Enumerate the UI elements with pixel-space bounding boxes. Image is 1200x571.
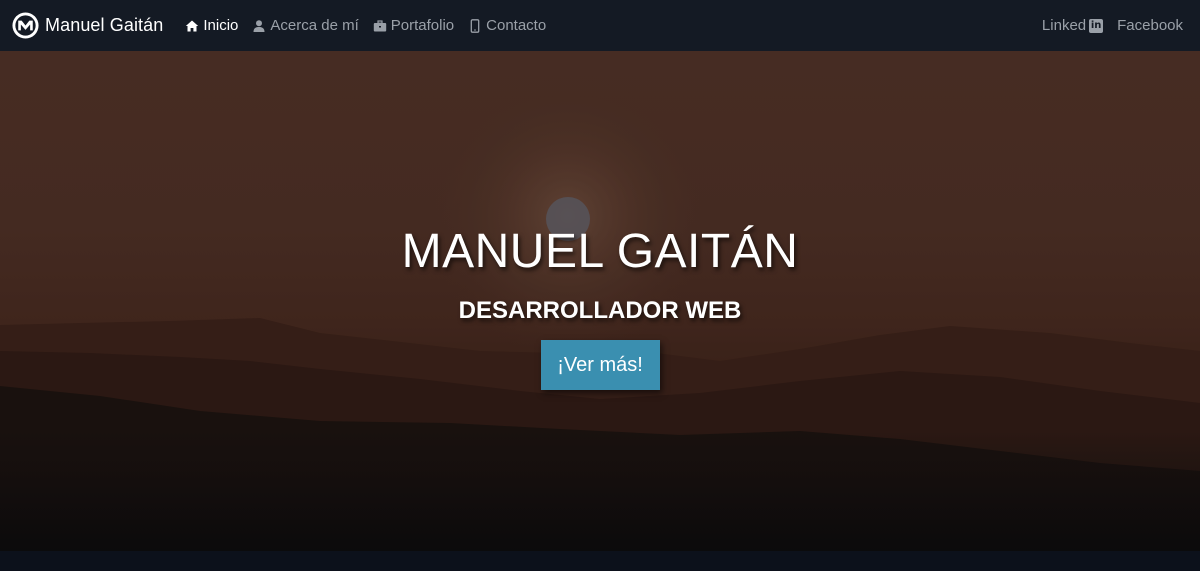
hero-title: MANUEL GAITÁN <box>401 225 799 278</box>
briefcase-icon <box>373 19 386 31</box>
user-icon <box>253 19 265 32</box>
nav-item-label: Portafolio <box>390 17 455 34</box>
page-bottom-strip <box>0 551 1200 571</box>
nav-item-label: Contacto <box>486 17 547 34</box>
nav-item-label: Inicio <box>203 17 239 34</box>
nav-item-portafolio[interactable]: Portafolio <box>373 17 454 34</box>
see-more-button[interactable]: ¡Ver más! <box>540 340 660 390</box>
brand-link[interactable]: Manuel Gaitán <box>11 11 163 40</box>
nav-item-label: Linked <box>1041 17 1087 34</box>
nav-item-inicio[interactable]: Inicio <box>185 17 238 34</box>
nav-item-acerca[interactable]: Acerca de mí <box>252 17 359 34</box>
main-nav: Inicio Acerca de mí Portafolio Contacto <box>185 17 560 34</box>
hero-content: MANUEL GAITÁN DESARROLLADOR WEB ¡Ver más… <box>0 51 1200 551</box>
nav-item-facebook[interactable]: Facebook <box>1117 17 1183 34</box>
hero-section: MANUEL GAITÁN DESARROLLADOR WEB ¡Ver más… <box>0 51 1200 551</box>
hero-subtitle: DESARROLLADOR WEB <box>458 297 742 324</box>
nav-item-linkedin[interactable]: Linked in <box>1041 17 1104 34</box>
nav-item-label: Facebook <box>1117 17 1183 34</box>
brand-logo-icon <box>12 12 39 39</box>
linkedin-icon: in <box>1089 18 1104 33</box>
social-nav: Linked in Facebook <box>1028 17 1183 34</box>
navbar: Manuel Gaitán Inicio Acerca de mí Portaf… <box>0 0 1200 51</box>
mobile-icon <box>470 18 480 33</box>
nav-item-contacto[interactable]: Contacto <box>468 17 546 34</box>
nav-item-label: Acerca de mí <box>270 17 359 34</box>
brand-name: Manuel Gaitán <box>45 15 164 35</box>
home-icon <box>186 20 199 31</box>
